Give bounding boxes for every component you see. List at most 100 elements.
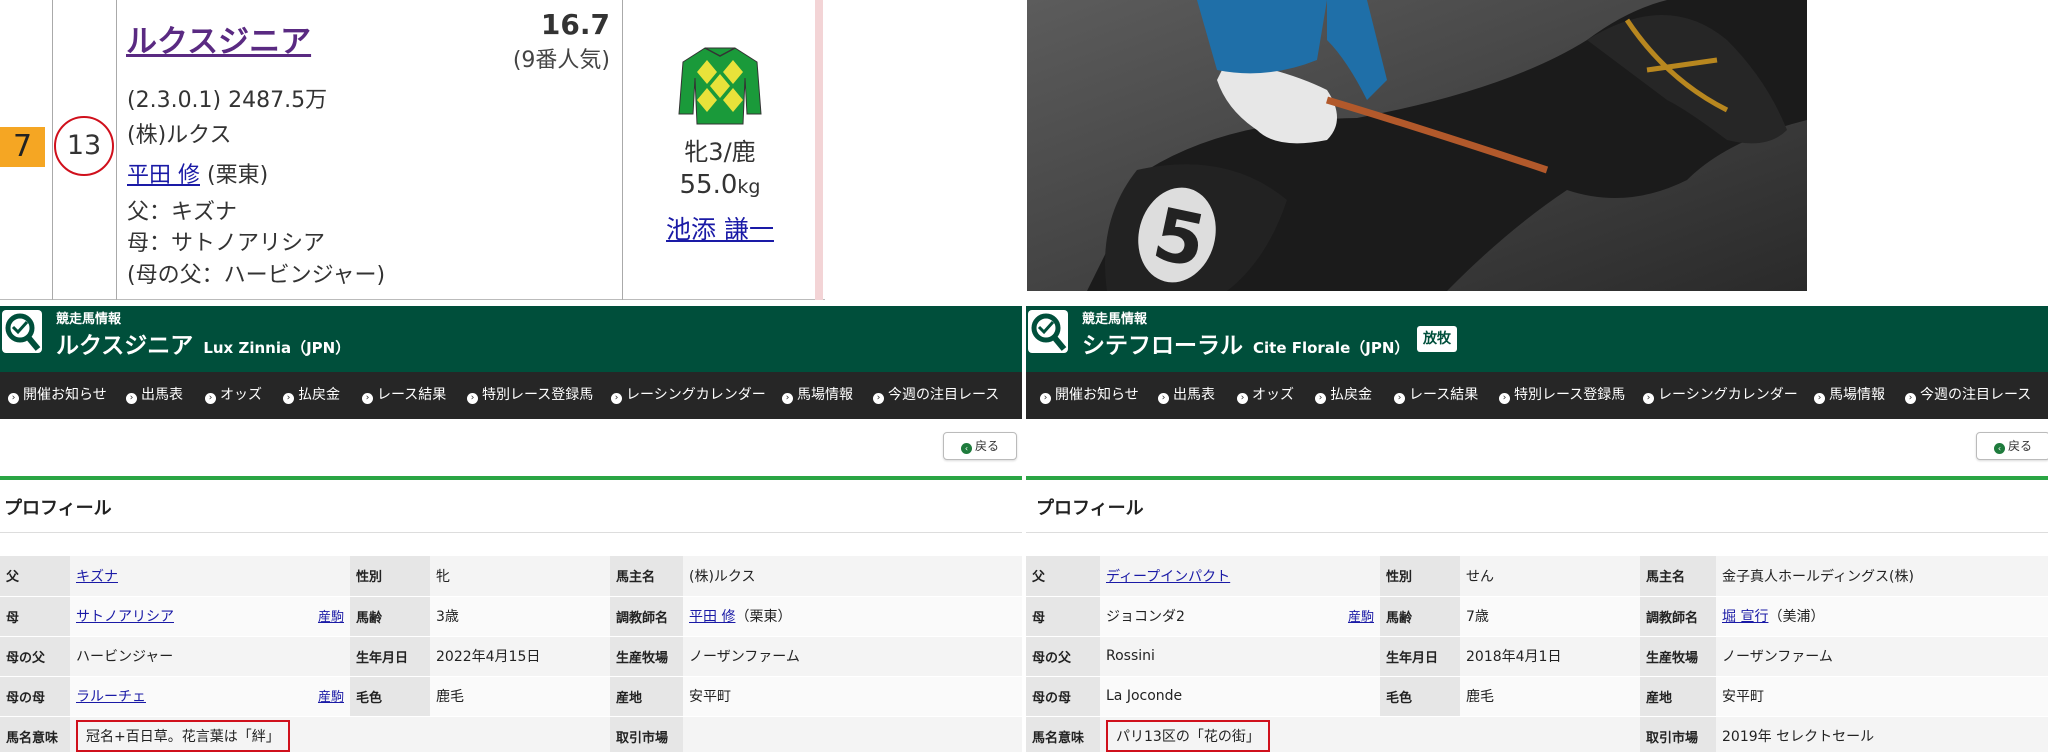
- section-rule: [0, 476, 1022, 480]
- table-row: 母の母 La Joconde 毛色 鹿毛 産地 安平町: [1026, 676, 2048, 717]
- search-logo-icon: [1028, 310, 1068, 353]
- horse-name-en: Cite Florale（JPN）: [1253, 339, 1410, 357]
- table-row: 母 ジョコンダ2 産駒 馬齢 7歳 調教師名 堀 宣行（美浦）: [1026, 596, 2048, 637]
- label-age: 馬齢: [350, 596, 430, 637]
- origin-value: 安平町: [683, 676, 1022, 717]
- nav-featured[interactable]: › 今週の注目レース: [1905, 372, 2031, 419]
- horse-info-panel-2: 競走馬情報 シテフローラル Cite Florale（JPN） 放牧 › 開催お知ら…: [1026, 306, 2048, 752]
- label-sire: 父: [0, 556, 70, 597]
- owner-value: (株)ルクス: [683, 556, 1022, 597]
- offspring-link[interactable]: 産駒: [1348, 606, 1374, 625]
- trainer-link[interactable]: 平田 修: [689, 609, 735, 625]
- profile-heading: プロフィール: [4, 498, 112, 519]
- label-sire: 父: [1026, 556, 1100, 597]
- table-row: 母の母 ラルーチェ 産駒 毛色 鹿毛 産地 安平町: [0, 676, 1022, 717]
- search-logo-icon: [2, 310, 42, 353]
- label-name-meaning: 馬名意味: [0, 716, 70, 752]
- weight-unit: kg: [737, 176, 761, 198]
- trainer-link[interactable]: 堀 宣行: [1722, 609, 1768, 625]
- sire-link[interactable]: キズナ: [76, 569, 118, 585]
- table-row: 母 サトノアリシア 産駒 馬齢 3歳 調教師名 平田 修（栗東）: [0, 596, 1022, 637]
- label-owner: 馬主名: [1640, 556, 1716, 597]
- nav-odds[interactable]: › オッズ: [1237, 372, 1294, 419]
- label-trainer: 調教師名: [1640, 596, 1716, 637]
- nav-entries[interactable]: › 出馬表: [126, 372, 183, 419]
- horse-info-panel-1: 競走馬情報 ルクスジニア Lux Zinnia（JPN） › 開催お知らせ › 出馬表…: [0, 306, 1022, 752]
- horse-name-en: Lux Zinnia（JPN）: [203, 339, 351, 357]
- label-granddam: 母の母: [1026, 676, 1100, 717]
- divider: [116, 0, 117, 300]
- nav-special-entries[interactable]: › 特別レース登録馬: [1499, 372, 1625, 419]
- nav-bar: › 開催お知らせ › 出馬表 › オッズ › 払戻金 › レース結果 › 特別レース登録馬 …: [1026, 372, 2048, 419]
- nav-payout[interactable]: › 払戻金: [283, 372, 340, 419]
- breeder-value: ノーザンファーム: [683, 636, 1022, 677]
- label-trainer: 調教師名: [610, 596, 683, 637]
- sex-age-color: 牝3/鹿: [684, 138, 756, 166]
- offspring-link[interactable]: 産駒: [318, 686, 344, 705]
- nav-calendar[interactable]: › レーシングカレンダー: [611, 372, 766, 419]
- broodmare-sire-text: (母の父：ハービンジャー): [127, 263, 386, 288]
- divider: [1026, 532, 2048, 533]
- nav-notice[interactable]: › 開催お知らせ: [1040, 372, 1139, 419]
- nav-special-entries[interactable]: › 特別レース登録馬: [467, 372, 593, 419]
- trainer-line: 平田 修 (栗東): [127, 157, 268, 189]
- label-sex: 性別: [350, 556, 430, 597]
- back-button[interactable]: ‹ 戻る: [1976, 432, 2048, 460]
- table-row: 父 キズナ 性別 牝 馬主名 (株)ルクス: [0, 556, 1022, 597]
- owner-name: (株)ルクス: [127, 123, 232, 148]
- nav-bar: › 開催お知らせ › 出馬表 › オッズ › 払戻金 › レース結果 › 特別レース登録馬 …: [0, 372, 1022, 419]
- breeder-value: ノーザンファーム: [1716, 636, 2048, 677]
- nav-featured[interactable]: › 今週の注目レース: [873, 372, 999, 419]
- age-value: 7歳: [1460, 596, 1640, 637]
- label-granddam: 母の母: [0, 676, 70, 717]
- win-odds: 16.7: [540, 8, 610, 41]
- panel-header: 競走馬情報 ルクスジニア Lux Zinnia（JPN）: [0, 306, 1022, 372]
- broodmare-sire-value: Rossini: [1100, 636, 1380, 677]
- header-subtitle: 競走馬情報: [56, 312, 122, 327]
- profile-table: 父 キズナ 性別 牝 馬主名 (株)ルクス 母 サトノアリシア 産駒 馬齢 3歳 …: [0, 556, 1022, 752]
- birthdate-value: 2022年4月15日: [430, 636, 610, 677]
- header-subtitle: 競走馬情報: [1082, 312, 1148, 327]
- nav-track-info[interactable]: › 馬場情報: [1814, 372, 1885, 419]
- nav-notice[interactable]: › 開催お知らせ: [8, 372, 107, 419]
- label-coat: 毛色: [350, 676, 430, 717]
- carried-weight: 55.0kg: [623, 170, 817, 200]
- trainer-region: （栗東）: [735, 609, 792, 625]
- sex-value: 牝: [430, 556, 610, 597]
- popularity-rank: (9番人気): [512, 48, 610, 73]
- label-market: 取引市場: [610, 716, 683, 752]
- table-row: 父 ディープインパクト 性別 せん 馬主名 金子真人ホールディングス(株): [1026, 556, 2048, 597]
- sire-text: 父：キズナ: [127, 200, 238, 225]
- label-birthdate: 生年月日: [1380, 636, 1460, 677]
- horse-jockey-image: 5: [1027, 0, 1807, 291]
- offspring-link[interactable]: 産駒: [318, 606, 344, 625]
- label-birthdate: 生年月日: [350, 636, 430, 677]
- table-row: 馬名意味 冠名+百日草。花言葉は「絆」 取引市場: [0, 716, 1022, 752]
- nav-entries[interactable]: › 出馬表: [1158, 372, 1215, 419]
- dam-link[interactable]: サトノアリシア: [76, 609, 174, 625]
- divider: [52, 0, 53, 300]
- jockey-link[interactable]: 池添 謙一: [623, 210, 817, 246]
- trainer-link[interactable]: 平田 修: [127, 163, 200, 188]
- trainer-region: (栗東): [207, 163, 269, 188]
- race-card-entry: 7 13 ルクスジニア 16.7 (9番人気) (2.3.0.1) 2487.5…: [0, 0, 825, 300]
- nav-results[interactable]: › レース結果: [1394, 372, 1478, 419]
- sire-link[interactable]: ディープインパクト: [1106, 569, 1230, 585]
- granddam-link[interactable]: ラルーチェ: [76, 689, 146, 705]
- name-meaning-value: 冠名+百日草。花言葉は「絆」: [76, 720, 290, 752]
- nav-odds[interactable]: › オッズ: [205, 372, 262, 419]
- nav-calendar[interactable]: › レーシングカレンダー: [1643, 372, 1798, 419]
- label-coat: 毛色: [1380, 676, 1460, 717]
- label-dam: 母: [0, 596, 70, 637]
- label-broodmare-sire: 母の父: [1026, 636, 1100, 677]
- nav-results[interactable]: › レース結果: [362, 372, 446, 419]
- horse-name-link[interactable]: ルクスジニア: [126, 16, 311, 61]
- nav-payout[interactable]: › 払戻金: [1315, 372, 1372, 419]
- origin-value: 安平町: [1716, 676, 2048, 717]
- label-origin: 産地: [1640, 676, 1716, 717]
- table-row: 母の父 Rossini 生年月日 2018年4月1日 生産牧場 ノーザンファーム: [1026, 636, 2048, 677]
- back-button[interactable]: ‹ 戻る: [943, 432, 1017, 460]
- broodmare-sire-value: ハービンジャー: [70, 636, 350, 677]
- frame-number-badge: 7: [0, 127, 45, 167]
- nav-track-info[interactable]: › 馬場情報: [782, 372, 853, 419]
